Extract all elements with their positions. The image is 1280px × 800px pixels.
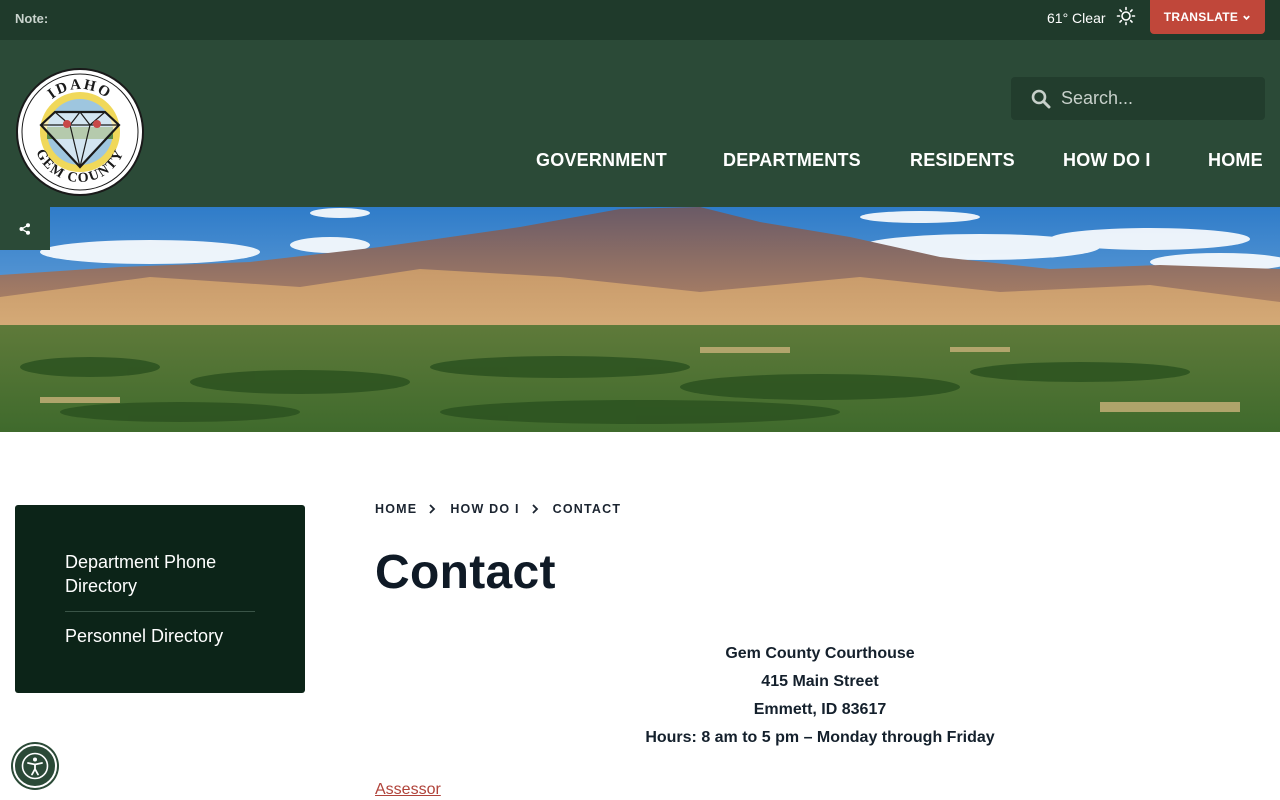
chevron-right-icon xyxy=(429,504,436,514)
breadcrumb: HOME HOW DO I CONTACT xyxy=(375,502,621,516)
accessibility-button[interactable] xyxy=(13,744,57,788)
contact-address: Gem County Courthouse 415 Main Street Em… xyxy=(375,640,1265,752)
sun-icon xyxy=(1116,6,1136,26)
sidebar-nav: Department Phone Directory Personnel Dir… xyxy=(15,505,305,693)
share-icon xyxy=(19,222,30,235)
share-button[interactable] xyxy=(0,207,50,250)
address-line: 415 Main Street xyxy=(761,673,879,690)
assessor-link[interactable]: Assessor xyxy=(375,781,441,799)
nav-residents[interactable]: RESIDENTS xyxy=(910,150,1015,176)
hours-line: Hours: 8 am to 5 pm – Monday through Fri… xyxy=(645,729,995,746)
accessibility-icon xyxy=(21,752,49,780)
search-input[interactable] xyxy=(1061,88,1261,109)
note-label: Note: xyxy=(15,11,49,26)
chevron-right-icon xyxy=(532,504,538,514)
alert-bar: Note: 61° Clear TRANSLATE xyxy=(0,0,1280,40)
weather-text: 61° Clear xyxy=(1047,10,1106,26)
chevron-down-icon xyxy=(1243,15,1251,20)
translate-button[interactable]: TRANSLATE xyxy=(1150,0,1265,34)
hero-landscape-image xyxy=(0,207,1280,432)
gem-county-seal-logo[interactable]: IDAHO GEM COUNTY xyxy=(15,67,145,197)
breadcrumb-how-do-i[interactable]: HOW DO I xyxy=(450,502,519,516)
search-box[interactable] xyxy=(1011,77,1265,120)
sidebar-item-department-phone-directory[interactable]: Department Phone Directory xyxy=(65,550,255,598)
page-title: Contact xyxy=(375,546,556,599)
nav-how-do-i[interactable]: HOW DO I xyxy=(1063,150,1151,176)
sidebar-item-personnel-directory[interactable]: Personnel Directory xyxy=(65,624,255,648)
translate-label: TRANSLATE xyxy=(1163,10,1239,24)
address-line: Emmett, ID 83617 xyxy=(753,701,887,718)
nav-home[interactable]: HOME xyxy=(1208,150,1263,176)
breadcrumb-current: CONTACT xyxy=(552,502,622,516)
search-icon[interactable] xyxy=(1031,89,1051,109)
sidebar-divider xyxy=(65,611,255,612)
address-line: Gem County Courthouse xyxy=(725,645,915,662)
nav-departments[interactable]: DEPARTMENTS xyxy=(723,150,861,176)
nav-government[interactable]: GOVERNMENT xyxy=(536,150,667,176)
site-header: IDAHO GEM COUNTY GOVERNMENT DEPARTMENTS … xyxy=(0,40,1280,207)
breadcrumb-home[interactable]: HOME xyxy=(375,502,417,516)
